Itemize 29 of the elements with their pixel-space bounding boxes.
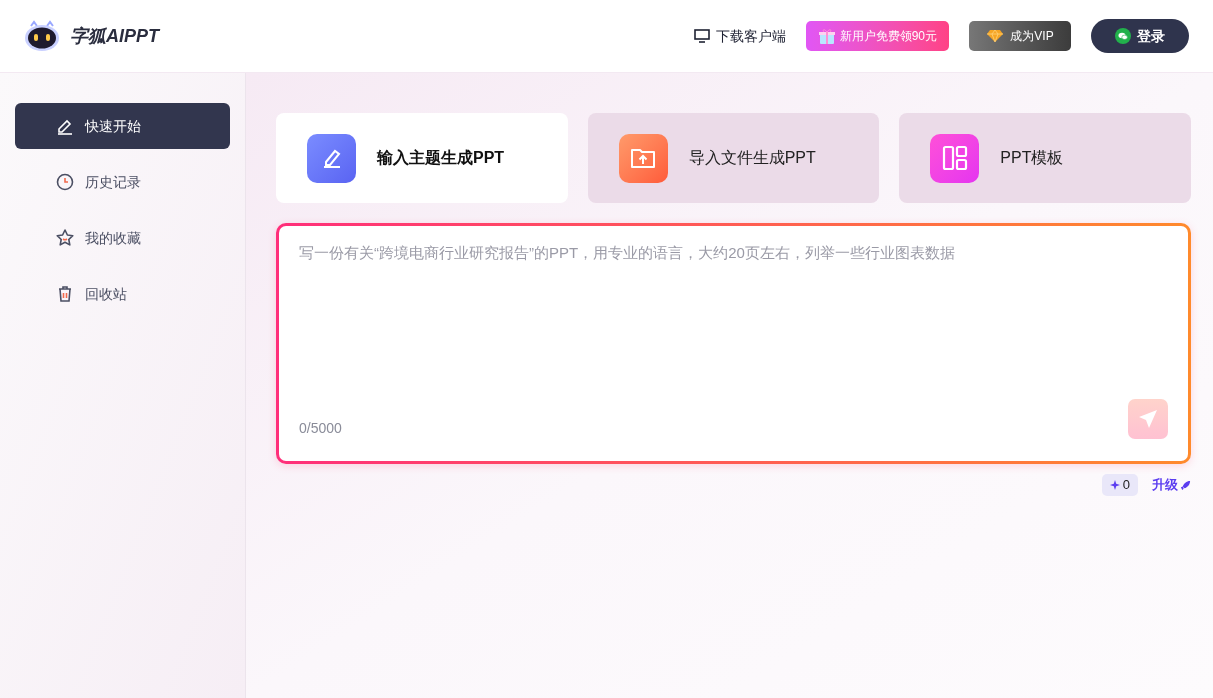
logo-text: 字狐AIPPT xyxy=(70,24,159,48)
send-button[interactable] xyxy=(1128,399,1168,439)
layout-icon xyxy=(930,133,980,183)
sidebar-item[interactable]: 我的收藏 xyxy=(15,215,230,261)
mode-tab[interactable]: 导入文件生成PPT xyxy=(587,113,880,203)
pen-icon xyxy=(307,133,356,183)
wechat-icon xyxy=(1115,28,1131,44)
mode-tab[interactable]: PPT模板 xyxy=(899,113,1191,203)
star-icon xyxy=(55,228,75,248)
upgrade-link[interactable]: 升级 xyxy=(1152,475,1191,495)
sidebar-item[interactable]: 回收站 xyxy=(15,271,230,317)
credits-badge: 0 xyxy=(1101,474,1138,496)
sparkle-icon xyxy=(1109,480,1120,490)
prompt-field[interactable]: 写一份有关“跨境电商行业研究报告”的PPT，用专业的语言，大约20页左右，列举一些行业图表数据 xyxy=(299,242,1168,399)
paper-plane-icon xyxy=(1137,408,1159,430)
character-counter: 0/5000 xyxy=(299,419,342,438)
clock-icon xyxy=(55,172,75,192)
vip-button[interactable]: 成为VIP xyxy=(969,21,1071,51)
sidebar-item[interactable]: 历史记录 xyxy=(15,159,230,205)
sidebar-item[interactable]: 快速开始 xyxy=(15,103,230,149)
robot-logo-icon xyxy=(24,20,60,52)
monitor-icon xyxy=(693,28,710,44)
prompt-box[interactable]: 写一份有关“跨境电商行业研究报告”的PPT，用专业的语言，大约20页左右，列举一些行业图表数据 0/5000 xyxy=(276,223,1191,464)
login-button[interactable]: 登录 xyxy=(1091,19,1189,53)
mode-tab[interactable]: 输入主题生成PPT xyxy=(276,113,568,203)
folder-upload-icon xyxy=(618,133,668,183)
diamond-icon xyxy=(986,29,1005,43)
download-client-link[interactable]: 下载客户端 xyxy=(693,25,786,47)
gift-icon xyxy=(817,27,836,45)
